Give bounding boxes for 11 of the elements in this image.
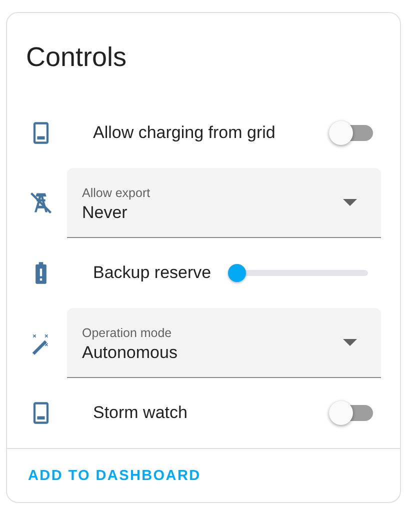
toggle-switch[interactable] bbox=[329, 399, 375, 428]
tower-off-icon bbox=[28, 190, 54, 216]
caret-icon bbox=[343, 198, 357, 207]
caret-icon bbox=[343, 338, 357, 347]
card-title: Controls bbox=[25, 41, 128, 74]
control-label: Backup reserve bbox=[93, 263, 212, 284]
dropdown-field[interactable]: Allow export Never bbox=[67, 168, 381, 238]
control-label: Storm watch bbox=[93, 403, 188, 424]
control-label: Allow charging from grid bbox=[93, 123, 276, 144]
toggle-switch[interactable] bbox=[329, 119, 375, 148]
dropdown-field[interactable]: Operation mode Autonomous bbox=[67, 308, 381, 378]
